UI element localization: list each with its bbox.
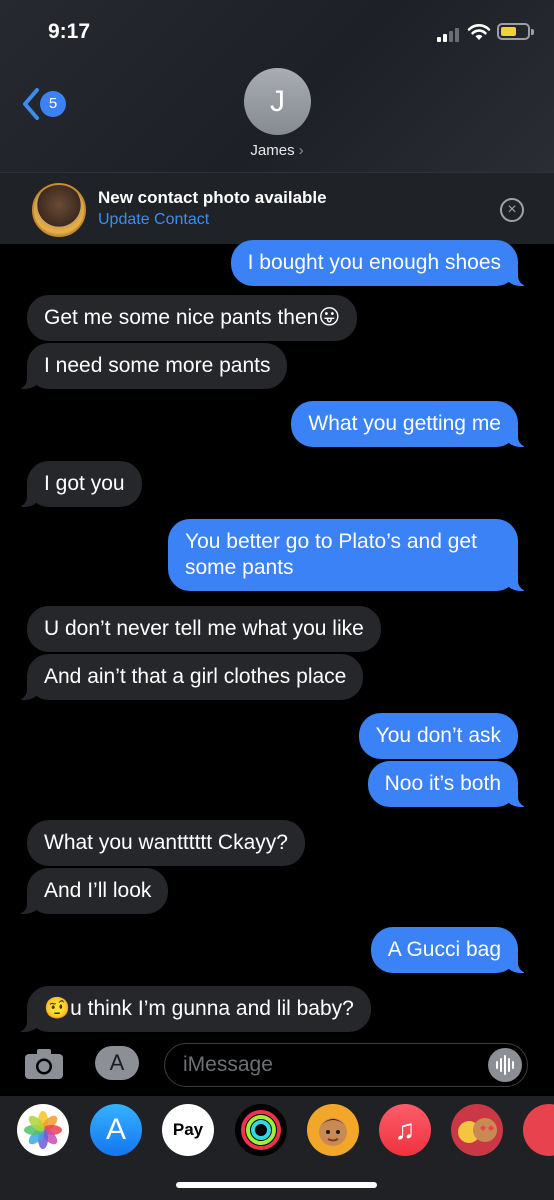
sent-message-bubble[interactable]: I bought you enough shoes	[230, 240, 545, 286]
unread-count-badge[interactable]: 5	[40, 91, 66, 117]
web-app-icon[interactable]	[523, 1104, 554, 1156]
camera-icon[interactable]	[24, 1048, 64, 1080]
home-indicator	[176, 1182, 377, 1188]
contact-name-button[interactable]: James ›	[0, 142, 554, 159]
audio-message-icon[interactable]	[488, 1048, 522, 1082]
received-message-bubble[interactable]: I need some more pants	[0, 343, 288, 389]
memoji-app-icon[interactable]	[307, 1104, 359, 1156]
apple-pay-label: Pay	[172, 1120, 204, 1139]
sent-message-bubble[interactable]: You better go to Plato’s and get some pa…	[168, 519, 544, 591]
contact-photo-banner: New contact photo available Update Conta…	[0, 172, 554, 244]
sent-message-bubble[interactable]: What you getting me	[291, 401, 544, 447]
memoji-stickers-app-icon[interactable]	[451, 1104, 503, 1156]
wifi-icon	[467, 24, 491, 40]
activity-app-icon[interactable]	[235, 1104, 287, 1156]
back-chevron-icon[interactable]	[20, 86, 42, 122]
banner-title: New contact photo available	[98, 188, 327, 207]
apple-pay-app-icon[interactable]: Pay	[162, 1104, 214, 1156]
sent-message-bubble[interactable]: Noo it’s both	[367, 761, 545, 807]
status-bar: 9:17	[0, 0, 554, 64]
cellular-signal-icon	[437, 26, 463, 42]
conversation-header: 9:17 5 J James ›	[0, 0, 554, 172]
app-store-app-icon[interactable]: A	[90, 1104, 142, 1156]
contact-name: James	[250, 142, 295, 159]
app-drawer: A Pay ♫	[0, 1096, 554, 1200]
contact-avatar[interactable]: J	[244, 68, 311, 135]
received-message-bubble[interactable]: And ain’t that a girl clothes place	[0, 654, 364, 700]
sent-message-bubble[interactable]: You don’t ask	[358, 713, 518, 759]
close-icon[interactable]: ×	[500, 198, 524, 222]
status-time: 9:17	[48, 20, 91, 43]
chevron-right-icon: ›	[298, 142, 304, 159]
compose-bar: A	[0, 1032, 554, 1096]
app-store-icon[interactable]: A	[95, 1046, 139, 1080]
music-app-icon[interactable]: ♫	[379, 1104, 431, 1156]
received-message-bubble[interactable]: What you wantttttt Ckayy?	[27, 820, 305, 866]
received-message-bubble[interactable]: 🤨u think I’m gunna and lil baby?	[1, 986, 371, 1032]
sent-message-bubble[interactable]: A Gucci bag	[370, 927, 545, 973]
update-contact-link[interactable]: Update Contact	[98, 211, 209, 229]
received-message-bubble[interactable]: U don’t never tell me what you like	[27, 606, 381, 652]
received-message-bubble[interactable]: I got you	[1, 461, 142, 507]
message-input[interactable]	[183, 1052, 473, 1078]
battery-icon	[497, 23, 534, 40]
contact-photo-thumbnail	[32, 183, 86, 237]
received-message-bubble[interactable]: Get me some nice pants then😛	[27, 295, 358, 341]
received-message-bubble[interactable]: And I’ll look	[0, 868, 169, 914]
photos-app-icon[interactable]	[17, 1104, 69, 1156]
message-input-container[interactable]	[164, 1043, 528, 1087]
